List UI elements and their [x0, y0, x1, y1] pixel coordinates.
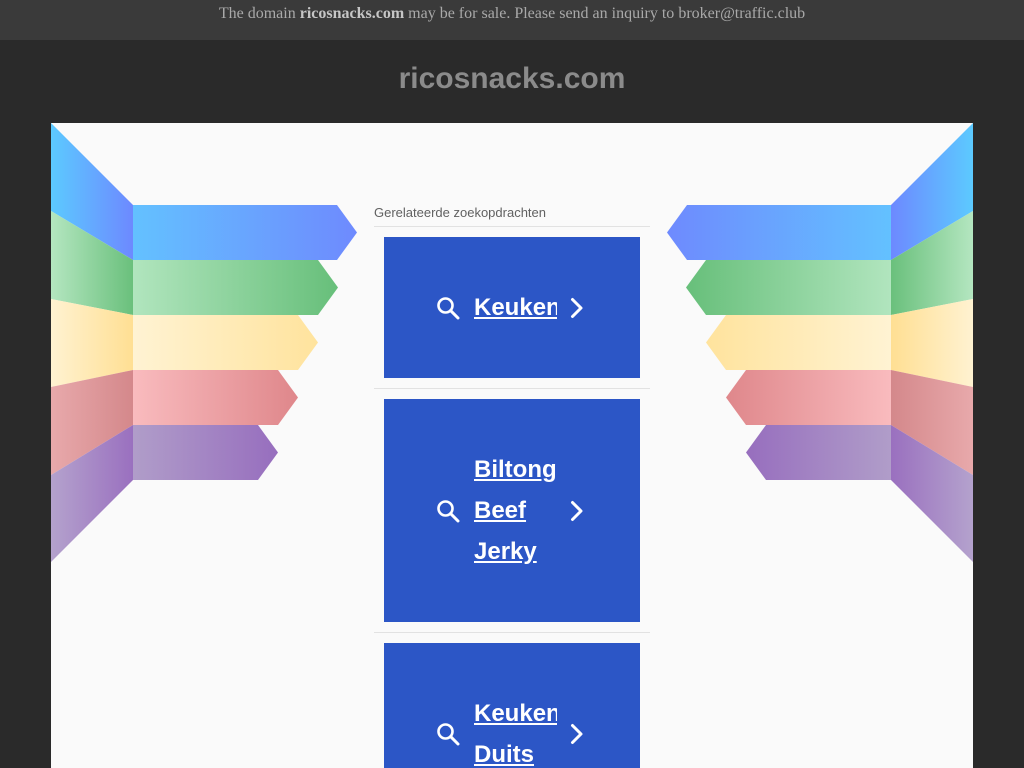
related-search-item: Keuken Duits	[374, 633, 650, 768]
chevron-right-icon	[571, 500, 583, 521]
related-search-label[interactable]: Biltong Beef Jerky	[474, 449, 557, 572]
ribbon-right-yellow-arrow	[706, 315, 891, 370]
related-search-link-keuken-duits[interactable]: Keuken Duits	[384, 643, 640, 768]
ribbon-right-blue-arrow	[667, 205, 891, 260]
ribbons-left	[51, 123, 357, 562]
sale-banner-domain: ricosnacks.com	[299, 5, 405, 22]
broker-email: broker@traffic.club	[678, 5, 806, 22]
content-panel: Gerelateerde zoekopdrachten Keuken Bilto…	[51, 123, 973, 768]
related-search-item: Biltong Beef Jerky	[374, 389, 650, 633]
sale-banner-message: may be for sale. Please send an inquiry …	[408, 5, 675, 22]
ribbon-left-pink-arrow	[133, 370, 298, 425]
related-searches: Gerelateerde zoekopdrachten Keuken Bilto…	[374, 205, 650, 768]
ribbon-left-purple-arrow	[133, 425, 278, 480]
ribbon-right-green-arrow	[686, 260, 891, 315]
sale-banner-prefix: The domain	[218, 5, 296, 22]
related-search-item: Keuken	[374, 227, 650, 389]
chevron-right-icon	[571, 297, 583, 318]
sale-banner: The domain ricosnacks.com may be for sal…	[0, 0, 1024, 40]
search-icon	[437, 296, 460, 319]
ribbon-left-yellow-arrow	[133, 315, 318, 370]
related-search-link-biltong-beef-jerky[interactable]: Biltong Beef Jerky	[384, 399, 640, 622]
related-search-label[interactable]: Keuken	[474, 287, 557, 328]
ribbons-right	[667, 123, 973, 562]
ribbon-right-purple-arrow	[746, 425, 891, 480]
related-search-label[interactable]: Keuken Duits	[474, 693, 557, 768]
related-search-link-keuken[interactable]: Keuken	[384, 237, 640, 378]
ribbon-right-pink-arrow	[726, 370, 891, 425]
ribbon-left-blue-arrow	[133, 205, 357, 260]
related-searches-heading: Gerelateerde zoekopdrachten	[374, 205, 650, 227]
ribbon-left-green-arrow	[133, 260, 338, 315]
chevron-right-icon	[571, 724, 583, 744]
site-title: ricosnacks.com	[398, 62, 626, 95]
search-icon	[437, 499, 460, 522]
search-icon	[437, 723, 460, 746]
